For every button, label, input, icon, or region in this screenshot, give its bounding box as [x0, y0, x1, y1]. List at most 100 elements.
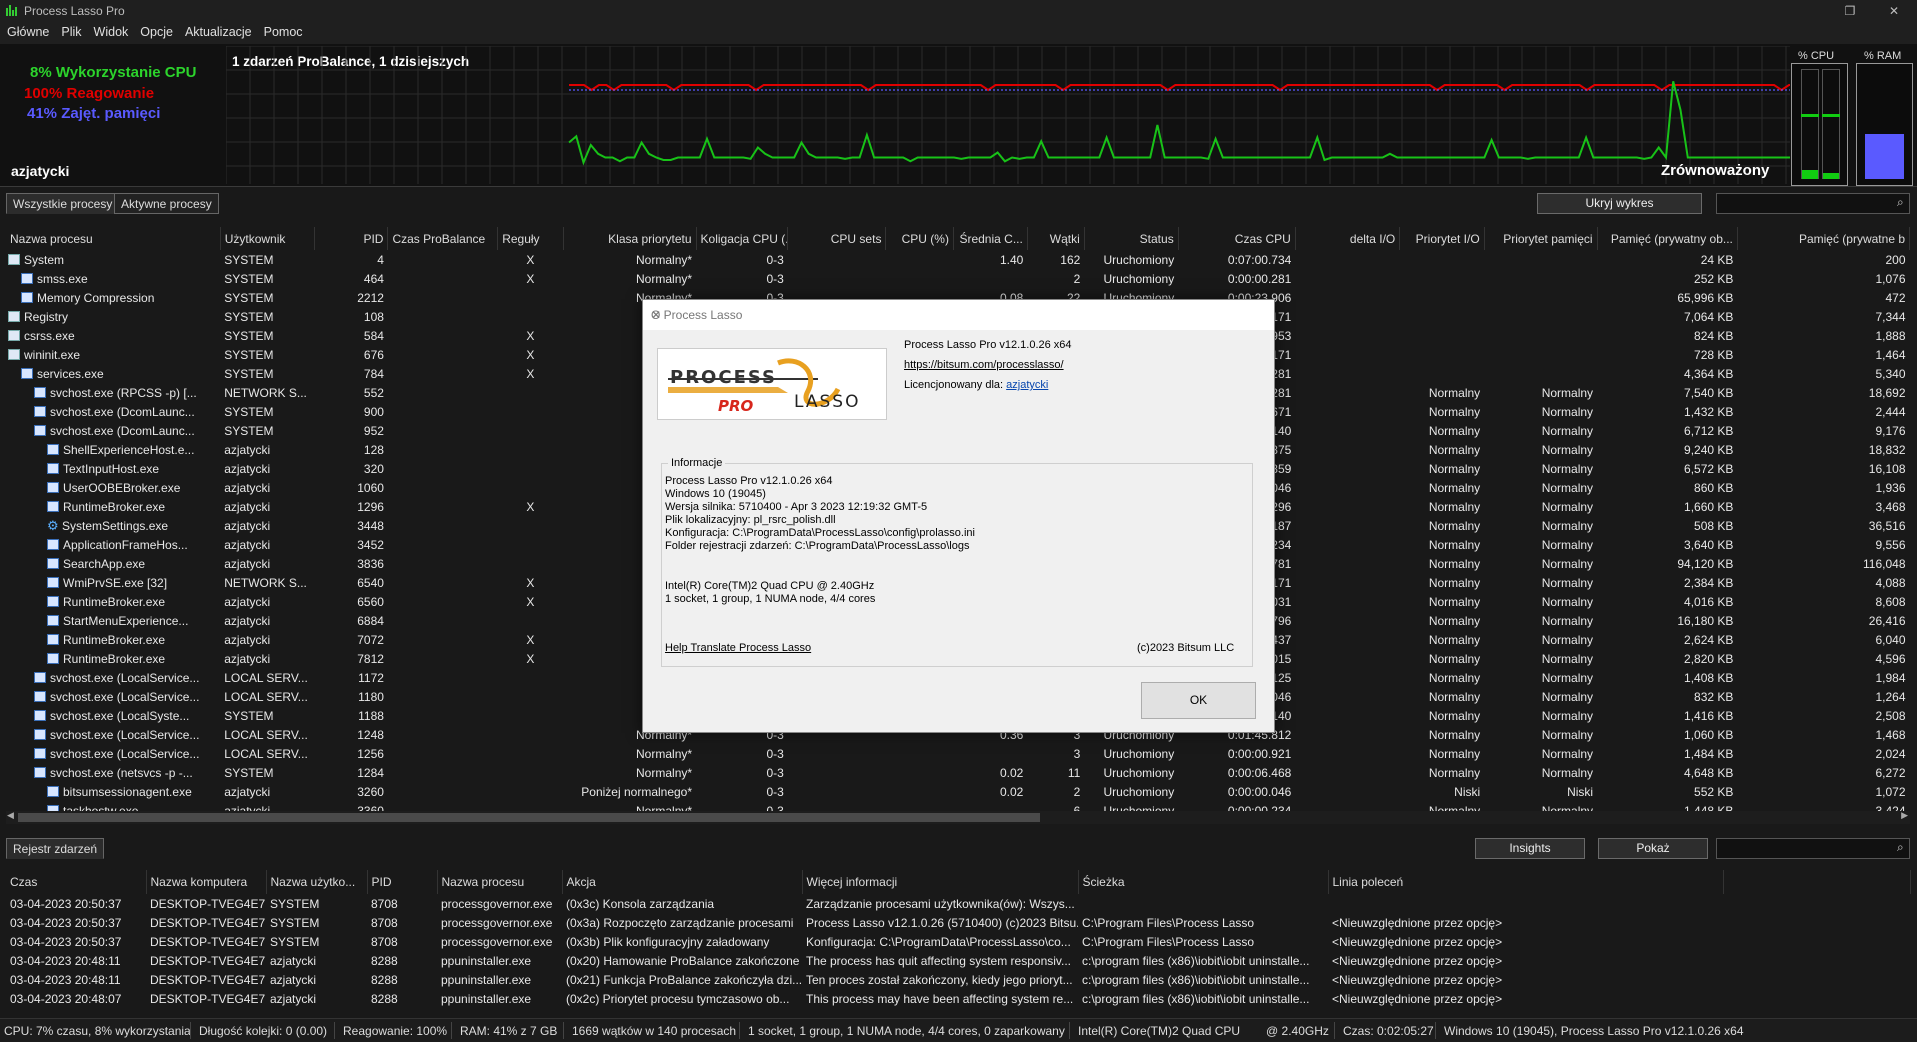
close-icon[interactable]: ✕	[1871, 0, 1917, 22]
menu-main[interactable]: Główne	[0, 22, 54, 39]
process-cell: 252 KB	[1694, 271, 1734, 286]
column-header[interactable]: Priorytet pamięci	[1484, 227, 1598, 250]
scroll-thumb[interactable]	[18, 813, 1040, 822]
info-groupbox: Informacje Process Lasso Pro v12.1.0.26 …	[661, 457, 1253, 667]
process-cell: SYSTEM	[224, 290, 274, 305]
column-header[interactable]: PID	[314, 227, 389, 250]
process-cell: 832 KB	[1694, 689, 1734, 704]
process-cell: X	[526, 328, 535, 343]
log-cell: Process Lasso v12.1.0.26 (5710400) (c)20…	[806, 915, 1078, 930]
column-header[interactable]: Koligacja CPU (...	[696, 227, 789, 250]
process-window-icon	[34, 728, 46, 740]
column-header[interactable]: CPU (%)	[885, 227, 954, 250]
process-cell	[498, 744, 563, 763]
log-column-header[interactable]: Nazwa komputera	[146, 870, 267, 894]
process-name-text: UserOOBEBroker.exe	[63, 480, 181, 495]
search-icon[interactable]: ⌕	[1897, 195, 1904, 210]
log-column-header[interactable]: Nazwa procesu	[437, 870, 563, 894]
hide-graph-button[interactable]: Ukryj wykres	[1537, 193, 1702, 214]
log-row[interactable]: 03-04-2023 20:48:07 DESKTOP-TVEG4E7 azjaty…	[6, 989, 1910, 1008]
process-cell: SYSTEM	[224, 708, 274, 723]
horizontal-scrollbar[interactable]: ◀ ▶	[6, 810, 1910, 824]
column-header[interactable]: Użytkownik	[220, 227, 315, 250]
process-row[interactable]: smss.exe SYSTEM 464 X Normalny* 0-3 2 Uruchomio…	[6, 269, 1910, 288]
ram-meter-label: % RAM	[1864, 50, 1902, 62]
column-header[interactable]: Czas CPU	[1178, 227, 1296, 250]
column-header[interactable]: CPU sets	[787, 227, 887, 250]
process-search-input[interactable]	[1716, 193, 1910, 214]
process-row[interactable]: System SYSTEM 4 X Normalny* 0-3 1.40 162 Uruchom…	[6, 250, 1910, 269]
column-header[interactable]: Pamięć (prywatny ob...	[1597, 227, 1738, 250]
process-cell	[388, 307, 498, 326]
current-user: azjatycki	[11, 163, 70, 179]
process-row[interactable]: bitsumsessionagent.exe azjatycki 3260 Poniż…	[6, 782, 1910, 801]
process-window-icon	[47, 557, 59, 569]
log-row[interactable]: 03-04-2023 20:50:37 DESKTOP-TVEG4E7 SYSTEM…	[6, 913, 1910, 932]
process-cell	[1295, 535, 1399, 554]
process-cell	[1400, 326, 1484, 345]
search-icon[interactable]: ⌕	[1897, 840, 1904, 855]
process-cell: azjatycki	[224, 556, 271, 571]
close-icon[interactable]: ✕	[651, 308, 1264, 322]
process-window-icon	[34, 766, 46, 778]
process-cell	[1295, 687, 1399, 706]
help-translate-link[interactable]: Help Translate Process Lasso	[665, 642, 811, 654]
process-cell: X	[526, 632, 535, 647]
log-column-header[interactable]: Czas	[6, 870, 147, 894]
log-column-header[interactable]: Akcja	[562, 870, 803, 894]
column-header[interactable]: Klasa priorytetu	[563, 227, 697, 250]
process-cell	[388, 592, 498, 611]
scroll-right-icon[interactable]: ▶	[1901, 810, 1908, 821]
column-header[interactable]: Nazwa procesu	[6, 227, 221, 250]
process-cell	[1295, 307, 1399, 326]
log-cell: SYSTEM	[270, 934, 320, 949]
process-row[interactable]: svchost.exe (LocalService... LOCAL SERV..…	[6, 744, 1910, 763]
process-name-text: Memory Compression	[37, 290, 155, 305]
process-cell: 108	[363, 309, 384, 324]
column-header[interactable]: Wątki	[1027, 227, 1085, 250]
column-header[interactable]: Pamięć (prywatne b	[1737, 227, 1911, 250]
menu-view[interactable]: Widok	[87, 22, 134, 39]
log-row[interactable]: 03-04-2023 20:48:11 DESKTOP-TVEG4E7 azjaty…	[6, 951, 1910, 970]
show-button[interactable]: Pokaż	[1598, 838, 1708, 859]
process-row[interactable]: svchost.exe (netsvcs -p -... SYSTEM 1284 No…	[6, 763, 1910, 782]
process-cell: Normalny	[1428, 404, 1481, 419]
log-column-header[interactable]: PID	[367, 870, 438, 894]
process-cell: 0-3	[766, 746, 784, 761]
licensed-user-link[interactable]: azjatycki	[1006, 379, 1048, 391]
ok-button[interactable]: OK	[1141, 682, 1256, 719]
tab-all-processes[interactable]: Wszystkie procesy	[6, 193, 120, 214]
log-cell: <Nieuwzględnione przez opcję>	[1332, 972, 1503, 987]
process-cell: 128	[363, 442, 384, 457]
process-name: Memory Compression	[6, 288, 220, 307]
insights-button[interactable]: Insights	[1475, 838, 1585, 859]
log-column-header[interactable]: Więcej informacji	[802, 870, 1079, 894]
column-header[interactable]: Reguły	[497, 227, 564, 250]
column-header[interactable]: Czas ProBalance	[387, 227, 499, 250]
column-header[interactable]: delta I/O	[1295, 227, 1401, 250]
status-frequency: @ 2.40GHz	[1266, 1024, 1329, 1038]
process-cell: 728 KB	[1694, 347, 1734, 362]
log-column-header[interactable]: Nazwa użytko...	[266, 870, 368, 894]
process-cell	[498, 725, 563, 744]
tab-event-log[interactable]: Rejestr zdarzeń	[6, 838, 105, 859]
log-column-header[interactable]: Ścieżka	[1078, 870, 1329, 894]
log-row[interactable]: 03-04-2023 20:48:11 DESKTOP-TVEG4E7 azjaty…	[6, 970, 1910, 989]
log-row[interactable]: 03-04-2023 20:50:37 DESKTOP-TVEG4E7 SYSTEM…	[6, 894, 1910, 913]
scroll-left-icon[interactable]: ◀	[7, 810, 14, 821]
log-column-header[interactable]: Linia poleceń	[1328, 870, 1724, 894]
menu-help[interactable]: Pomoc	[257, 22, 308, 39]
process-cell	[388, 744, 498, 763]
log-row[interactable]: 03-04-2023 20:50:37 DESKTOP-TVEG4E7 SYSTEM…	[6, 932, 1910, 951]
status-cpu: CPU: 7% czasu, 8% wykorzystania	[4, 1024, 191, 1038]
column-header[interactable]: Priorytet I/O	[1399, 227, 1485, 250]
menu-file[interactable]: Plik	[54, 22, 86, 39]
menu-options[interactable]: Opcje	[133, 22, 178, 39]
menu-updates[interactable]: Aktualizacje	[178, 22, 257, 39]
website-link[interactable]: https://bitsum.com/processlasso/	[904, 359, 1064, 371]
tab-active-processes[interactable]: Aktywne procesy	[114, 193, 219, 214]
restore-icon[interactable]: ❐	[1827, 0, 1873, 22]
log-search-input[interactable]	[1716, 838, 1910, 859]
column-header[interactable]: Status	[1084, 227, 1179, 250]
column-header[interactable]: Średnia C...	[953, 227, 1028, 250]
